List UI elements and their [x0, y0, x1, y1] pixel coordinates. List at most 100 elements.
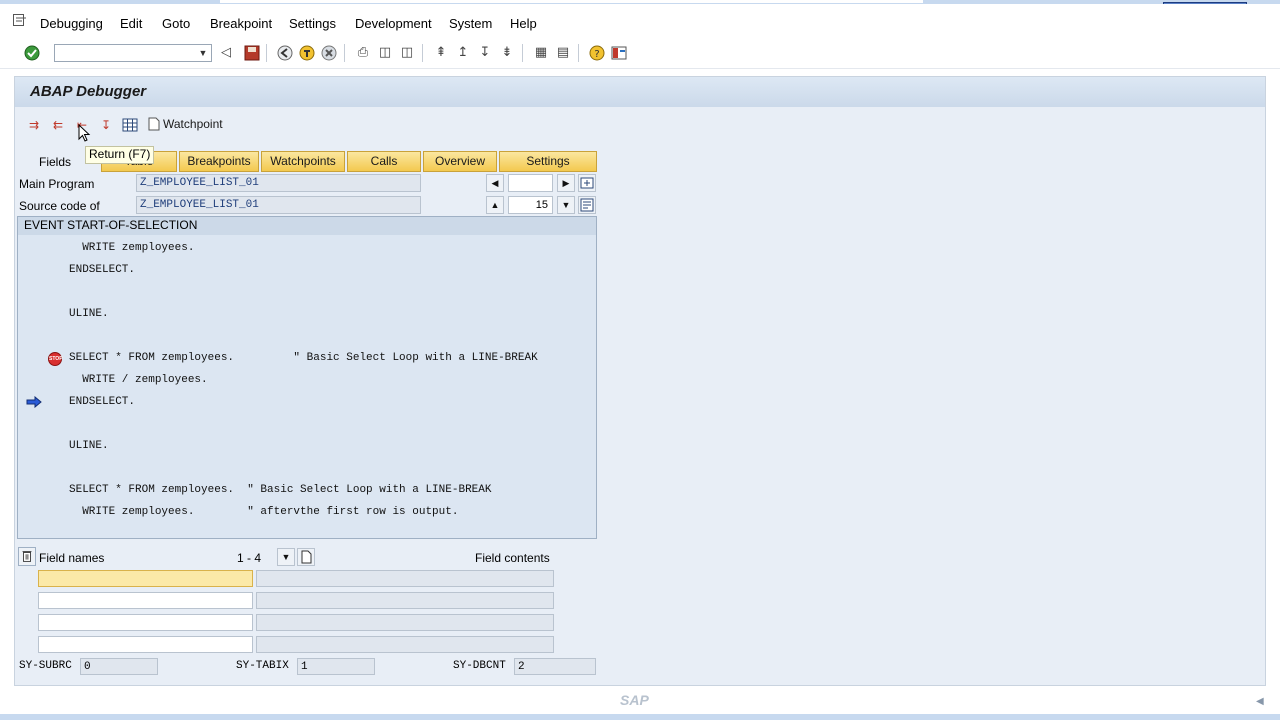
field-name-input[interactable] — [38, 570, 253, 587]
toolbar-separator — [578, 44, 579, 62]
find-icon[interactable]: ◫ — [377, 45, 393, 61]
code-line[interactable]: WRITE zemployees. " aftervthe first row … — [69, 506, 458, 518]
tooltip: Return (F7) — [85, 146, 155, 164]
code-line[interactable]: ULINE. — [69, 308, 109, 320]
tab-settings[interactable]: Settings — [499, 151, 597, 172]
field-value — [256, 592, 554, 609]
menu-debugging[interactable]: Debugging — [40, 16, 103, 31]
single-step-icon[interactable]: ⇉ — [26, 117, 42, 133]
prev-page-icon[interactable]: ↥ — [455, 45, 471, 61]
code-line[interactable]: ENDSELECT. — [69, 396, 135, 408]
scroll-up-icon[interactable]: ▲ — [486, 196, 504, 214]
field-value — [256, 570, 554, 587]
field-name-input[interactable] — [38, 614, 253, 631]
sy-tabix-value: 1 — [297, 658, 375, 675]
table-icon[interactable] — [122, 117, 138, 133]
menu-goto[interactable]: Goto — [162, 16, 190, 31]
page-title: ABAP Debugger — [30, 83, 147, 100]
shortcut-icon[interactable]: ▤ — [555, 45, 571, 61]
source-code-field: Z_EMPLOYEE_LIST_01 — [136, 196, 421, 214]
save-icon[interactable] — [244, 45, 260, 61]
program-position-field[interactable] — [508, 174, 553, 192]
field-name-input[interactable] — [38, 592, 253, 609]
tab-watchpoints[interactable]: Watchpoints — [261, 151, 345, 172]
menu-settings[interactable]: Settings — [289, 16, 336, 31]
sy-dbcnt-label: SY-DBCNT — [453, 660, 506, 672]
back-icon[interactable]: ◁ — [218, 45, 234, 61]
tab-overview[interactable]: Overview — [423, 151, 497, 172]
sy-subrc-value: 0 — [80, 658, 158, 675]
menubar — [0, 4, 1280, 40]
cancel-icon[interactable] — [321, 45, 337, 61]
continue-icon[interactable]: ↧ — [98, 117, 114, 133]
code-line[interactable]: SELECT * FROM zemployees. " Basic Select… — [69, 484, 491, 496]
source-view-icon[interactable] — [578, 196, 596, 214]
first-page-icon[interactable]: ⇞ — [433, 45, 449, 61]
menu-development[interactable]: Development — [355, 16, 432, 31]
field-name-input[interactable] — [38, 636, 253, 653]
next-icon[interactable]: ▶ — [557, 174, 575, 192]
menu-edit[interactable]: Edit — [120, 16, 142, 31]
tab-fields[interactable]: Fields — [39, 155, 71, 169]
main-program-label: Main Program — [19, 177, 95, 191]
sy-tabix-label: SY-TABIX — [236, 660, 289, 672]
chevron-down-icon[interactable]: ▼ — [196, 45, 210, 61]
svg-text:?: ? — [594, 49, 599, 60]
previous-icon[interactable]: ◀ — [486, 174, 504, 192]
delete-icon[interactable] — [18, 547, 36, 566]
code-line[interactable]: WRITE zemployees. — [69, 242, 194, 254]
menu-breakpoint[interactable]: Breakpoint — [210, 16, 272, 31]
next-page-icon[interactable]: ↧ — [477, 45, 493, 61]
tab-breakpoints[interactable]: Breakpoints — [179, 151, 259, 172]
current-line-arrow-icon — [26, 396, 42, 408]
new-session-icon[interactable]: ▦ — [533, 45, 549, 61]
last-page-icon[interactable]: ⇟ — [499, 45, 515, 61]
code-line[interactable]: ENDSELECT. — [69, 264, 135, 276]
sy-subrc-label: SY-SUBRC — [19, 660, 72, 672]
exit-icon[interactable] — [299, 45, 315, 61]
system-menu-icon[interactable] — [13, 14, 27, 26]
main-program-field: Z_EMPLOYEE_LIST_01 — [136, 174, 421, 192]
sap-logo: SAP — [620, 692, 649, 708]
field-contents-label: Field contents — [475, 551, 550, 565]
source-code-label: Source code of — [19, 199, 100, 213]
find-next-icon[interactable]: ◫ — [399, 45, 415, 61]
code-line[interactable]: WRITE / zemployees. — [69, 374, 207, 386]
field-value — [256, 636, 554, 653]
watchpoint-label: Watchpoint — [163, 117, 223, 131]
nav-back-icon[interactable] — [277, 45, 293, 61]
status-expand-icon[interactable]: ◀ — [1256, 696, 1266, 708]
print-icon[interactable]: ⎙ — [355, 45, 371, 61]
layout-icon[interactable] — [611, 45, 627, 61]
line-number-field[interactable]: 15 — [508, 196, 553, 214]
document-icon — [148, 117, 160, 131]
window-top-strip-gap — [220, 0, 923, 3]
menu-system[interactable]: System — [449, 16, 492, 31]
field-value — [256, 614, 554, 631]
mouse-cursor-icon — [78, 124, 91, 142]
code-line[interactable]: ULINE. — [69, 440, 109, 452]
breakpoint-stop-icon[interactable]: STOP — [48, 352, 63, 366]
page-icon[interactable] — [297, 548, 315, 566]
help-icon[interactable]: ? — [589, 45, 605, 61]
toolbar-separator — [522, 44, 523, 62]
chevron-down-icon[interactable]: ▼ — [277, 548, 295, 566]
code-header: EVENT START-OF-SELECTION — [18, 217, 596, 235]
execute-icon[interactable]: ⇇ — [50, 117, 66, 133]
toolbar-separator — [344, 44, 345, 62]
menu-help[interactable]: Help — [510, 16, 537, 31]
watchpoint-button[interactable]: Watchpoint — [148, 117, 223, 131]
tab-calls[interactable]: Calls — [347, 151, 421, 172]
field-names-label: Field names — [39, 551, 105, 565]
scroll-down-icon[interactable]: ▼ — [557, 196, 575, 214]
expand-view-icon[interactable] — [578, 174, 596, 192]
taskbar-strip — [0, 714, 1280, 720]
toolbar-separator — [422, 44, 423, 62]
toolbar-separator — [266, 44, 267, 62]
sy-dbcnt-value: 2 — [514, 658, 596, 675]
command-field[interactable] — [54, 44, 212, 62]
title-bar — [15, 77, 1265, 107]
field-range: 1 - 4 — [237, 551, 262, 565]
enter-icon[interactable] — [24, 45, 40, 61]
code-line[interactable]: SELECT * FROM zemployees. " Basic Select… — [69, 352, 538, 364]
